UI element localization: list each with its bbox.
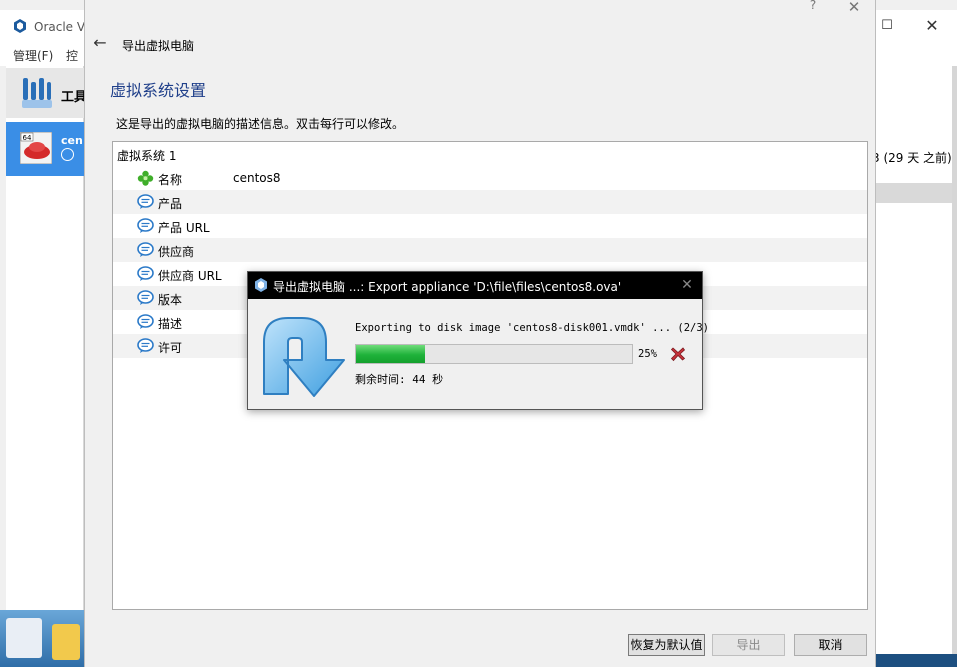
cancel-button[interactable]: 取消 [794,634,867,656]
close-icon[interactable]: ✕ [679,277,695,293]
scrollbar[interactable] [952,66,957,666]
tree-row-product-url[interactable]: 产品 URL [113,214,867,238]
wizard-title: 导出虚拟电脑 [122,39,195,53]
page-description: 这是导出的虚拟电脑的描述信息。双击每行可以修改。 [116,117,405,131]
export-progress-dialog: 导出虚拟电脑 ...: Export appliance 'D:\file\fi… [247,271,709,410]
export-arrow-icon [263,317,345,397]
snapshot-selected-row[interactable] [876,183,952,203]
menu-control[interactable]: 控 [66,47,78,64]
restore-defaults-button[interactable]: 恢复为默认值 [628,634,705,656]
tree-row-key: 供应商 URL [158,269,222,283]
snapshot-time: 3 (29 天 之前) [872,151,952,165]
vm-os-icon: 64 [20,132,52,164]
back-arrow-icon[interactable]: ← [91,34,109,52]
virtualbox-logo-icon [255,278,267,292]
manager-title: Oracle V [34,20,86,34]
progress-bar [355,344,633,364]
close-icon[interactable]: ✕ [845,0,863,16]
maximize-icon[interactable]: ☐ [878,17,896,35]
help-icon[interactable]: ? [805,0,821,14]
tree-row-vendor[interactable]: 供应商 [113,238,867,262]
tree-row-value[interactable]: centos8 [233,171,281,185]
menu-manage[interactable]: 管理(F) [13,47,53,64]
comment-icon [137,218,154,233]
comment-icon [137,290,154,305]
tree-row-key: 描述 [158,317,183,331]
comment-icon [137,194,154,209]
progress-title: 导出虚拟电脑 ...: Export appliance 'D:\file\fi… [273,280,622,294]
name-icon [137,170,154,186]
comment-icon [137,242,154,257]
tools-icon [22,78,52,108]
vm-name: cen [61,134,83,147]
tree-row-key: 名称 [158,173,183,187]
close-icon[interactable]: ✕ [922,17,942,35]
os-badge-text: 64 [23,134,32,142]
desktop-icon[interactable] [6,618,42,658]
progress-bar-fill [356,345,425,363]
comment-icon [137,266,154,281]
desktop-background [876,654,957,667]
tree-row-key: 许可 [158,341,183,355]
comment-icon [137,314,154,329]
tree-row-product[interactable]: 产品 [113,190,867,214]
virtualbox-logo-icon [14,19,26,33]
tree-root-item[interactable]: 虚拟系统 1 [117,147,176,164]
export-button: 导出 [712,634,785,656]
tree-row-key: 供应商 [158,245,195,259]
time-remaining: 剩余时间: 44 秒 [355,373,444,386]
tree-row-key: 版本 [158,293,183,307]
tree-row-key: 产品 [158,197,183,211]
cancel-operation-icon[interactable] [669,345,687,363]
desktop-folder-icon[interactable] [52,624,80,660]
progress-titlebar: 导出虚拟电脑 ...: Export appliance 'D:\file\fi… [248,272,702,299]
comment-icon [137,338,154,353]
page-heading: 虚拟系统设置 [110,81,207,100]
progress-percent: 25% [638,348,657,360]
power-state-icon [61,148,74,161]
tree-row-name[interactable]: 名称 centos8 [113,166,867,190]
tree-row-key: 产品 URL [158,221,210,235]
progress-status: Exporting to disk image 'centos8-disk001… [355,322,710,334]
